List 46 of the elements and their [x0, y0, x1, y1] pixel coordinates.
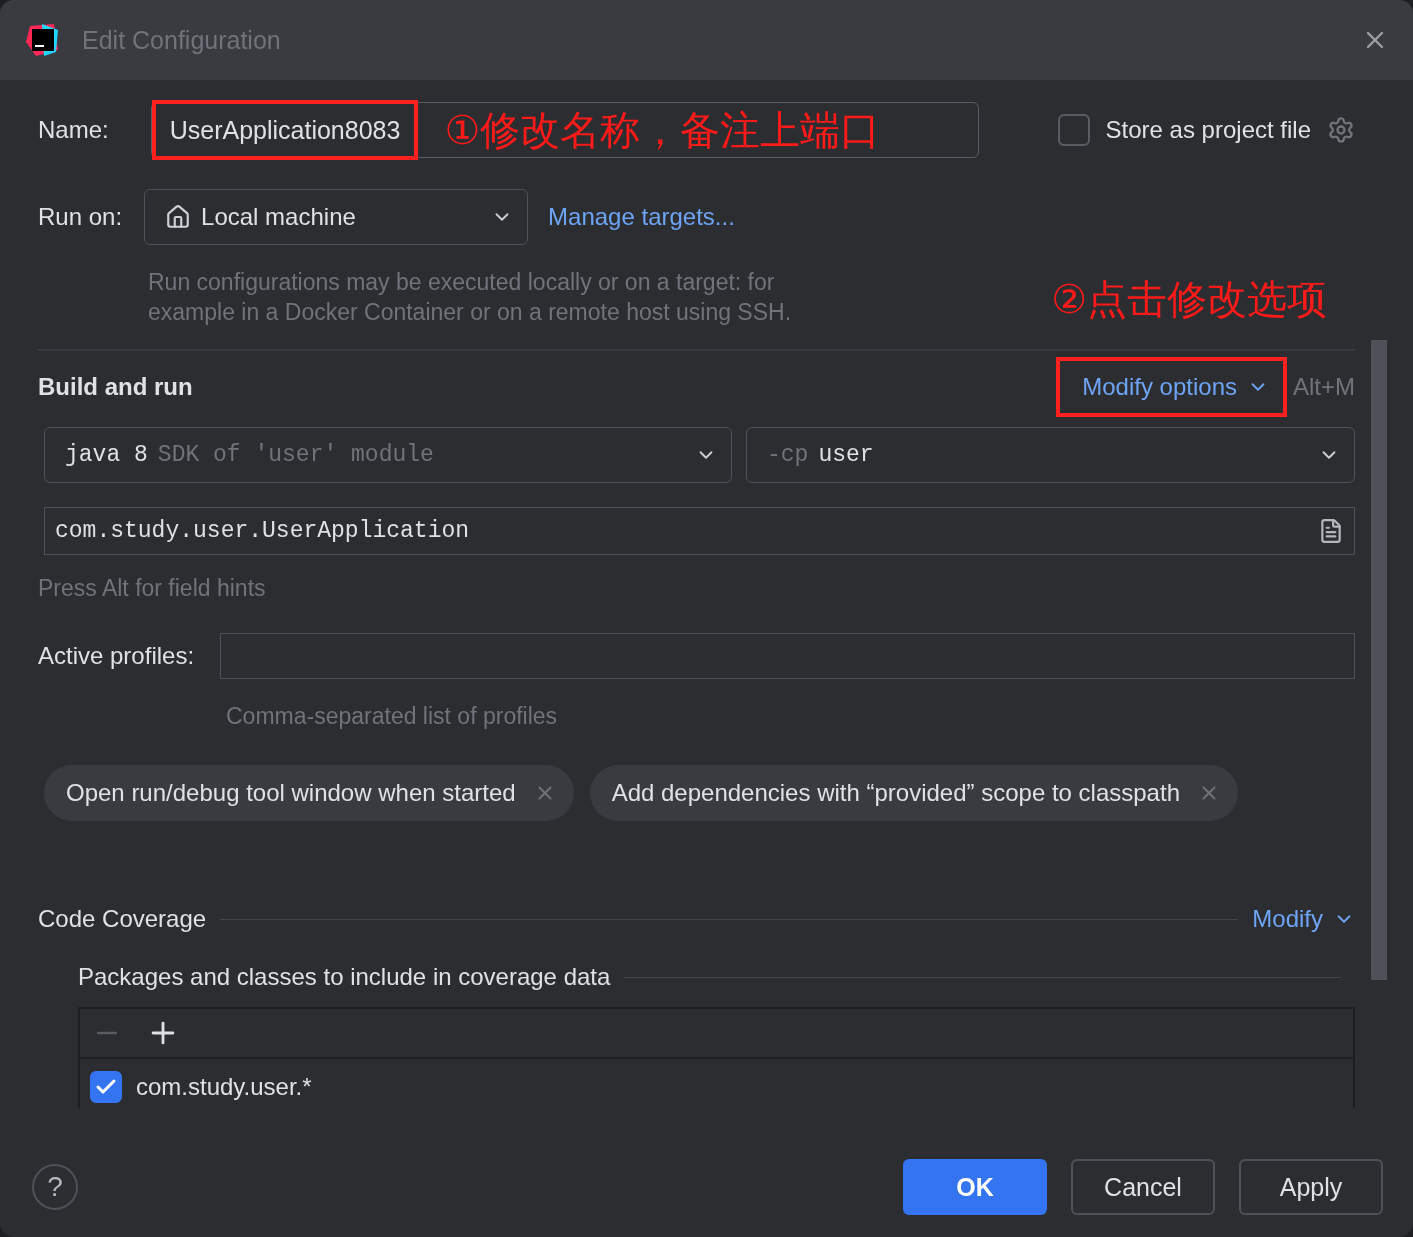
- modify-link[interactable]: Modify: [1252, 905, 1355, 933]
- run-on-dropdown[interactable]: Local machine: [144, 189, 529, 245]
- active-profiles-hint: Comma-separated list of profiles: [226, 702, 559, 731]
- help-button[interactable]: ?: [32, 1164, 78, 1210]
- run-on-label: Run on:: [38, 203, 123, 231]
- run-on-value: Local machine: [201, 203, 357, 231]
- active-profiles-label: Active profiles:: [38, 642, 195, 670]
- store-checkbox[interactable]: [1057, 114, 1090, 146]
- dialog-button[interactable]: Apply: [1239, 1159, 1383, 1215]
- option-label: Open run/debug tool window when started: [66, 779, 516, 807]
- classpath-dropdown[interactable]: -cp user: [746, 427, 1355, 483]
- package-pattern: com.study.user.*: [136, 1073, 312, 1101]
- annotation-text: ①修改名称，备注上端口: [444, 105, 881, 155]
- section-title: Build and run: [38, 373, 194, 401]
- document-icon[interactable]: [1318, 518, 1344, 544]
- manage-targets-link[interactable]: Manage targets...: [548, 203, 735, 231]
- main-class-field[interactable]: com.study.user.UserApplication: [44, 507, 1355, 555]
- house-icon: [165, 204, 192, 230]
- sdk-hint: SDK of 'user' module: [157, 442, 435, 468]
- run-on-hint: Run configurations may be executed locally or on a target: for example in a Docker Container or on a remote host using SSH.: [148, 268, 793, 327]
- store-label: Store as project file: [1105, 116, 1311, 144]
- active-profiles-field[interactable]: [220, 633, 1355, 679]
- name-value: UserApplication8083: [151, 100, 419, 160]
- ok-button[interactable]: OK: [903, 1159, 1047, 1215]
- field-hints-text: Press Alt for field hints: [38, 574, 267, 603]
- section-title: Code Coverage: [38, 905, 207, 933]
- classpath-prefix: -cp: [767, 442, 809, 468]
- scrollbar[interactable]: [1371, 340, 1387, 980]
- checkbox[interactable]: [90, 1071, 122, 1103]
- shortcut-hint: Alt+M: [1293, 373, 1355, 401]
- subsection-title: Packages and classes to include in coverage data: [78, 963, 611, 991]
- modify-options-link[interactable]: Modify options: [1056, 357, 1287, 417]
- sdk-value: java 8: [65, 442, 148, 468]
- option-label: Add dependencies with “provided” scope to classpath: [611, 779, 1180, 807]
- annotation-text: ②点击修改选项: [1051, 275, 1327, 324]
- classpath-value: user: [818, 442, 875, 468]
- sdk-dropdown[interactable]: java 8 SDK of 'user' module: [44, 427, 732, 483]
- app-logo-icon: [24, 22, 60, 58]
- window-title: Edit Configuration: [82, 25, 282, 55]
- name-label: Name:: [38, 116, 109, 144]
- dialog-button[interactable]: Cancel: [1071, 1159, 1215, 1215]
- main-class-value: com.study.user.UserApplication: [55, 518, 471, 544]
- option-chip[interactable]: Open run/debug tool window when started: [44, 765, 574, 821]
- settings-icon[interactable]: [1327, 116, 1355, 144]
- option-chip[interactable]: Add dependencies with “provided” scope to classpath: [589, 765, 1238, 821]
- name-field[interactable]: UserApplication8083 ①修改名称，备注上端口: [150, 102, 979, 158]
